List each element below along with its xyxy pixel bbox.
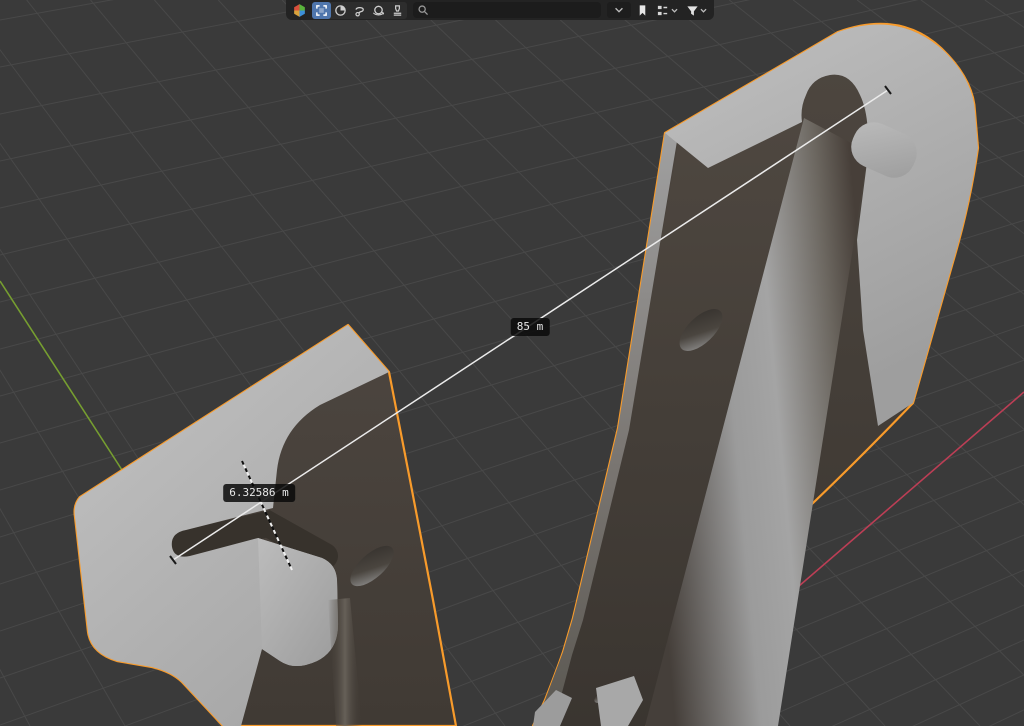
color-wheel-icon [292,3,307,18]
select-lasso-button[interactable] [350,2,369,19]
search-icon [417,4,429,16]
orbit-button[interactable] [369,2,388,19]
collapse-button[interactable] [607,2,631,18]
measurement-label-thickness[interactable]: 6.32586 m [223,484,295,502]
stamp-button[interactable] [388,2,407,19]
tool-button-group [312,2,407,19]
globe-orbit-icon [372,4,385,17]
chevron-down-icon [670,6,679,15]
filter-button[interactable] [684,2,710,18]
chevron-down-icon [699,6,708,15]
bookmark-button[interactable] [634,2,651,18]
box-select-icon [315,4,328,17]
select-box-button[interactable] [312,2,331,19]
viewport-3d[interactable] [0,0,1024,726]
stamp-brush-icon [391,4,404,17]
funnel-icon [686,4,699,17]
viewport-window: 85 m 6.32586 m [0,0,1024,726]
floating-header-bar [286,0,714,20]
select-circle-button[interactable] [331,2,350,19]
measurement-label-total[interactable]: 85 m [511,318,550,336]
chevron-down-icon [613,4,625,16]
bookmark-icon [636,4,649,17]
lasso-icon [353,4,366,17]
display-mode-button[interactable] [654,2,681,18]
search-field[interactable] [413,2,601,18]
circle-pie-icon [334,4,347,17]
search-input[interactable] [432,2,597,18]
editor-type-button[interactable] [290,2,309,18]
tree-list-icon [656,4,670,17]
